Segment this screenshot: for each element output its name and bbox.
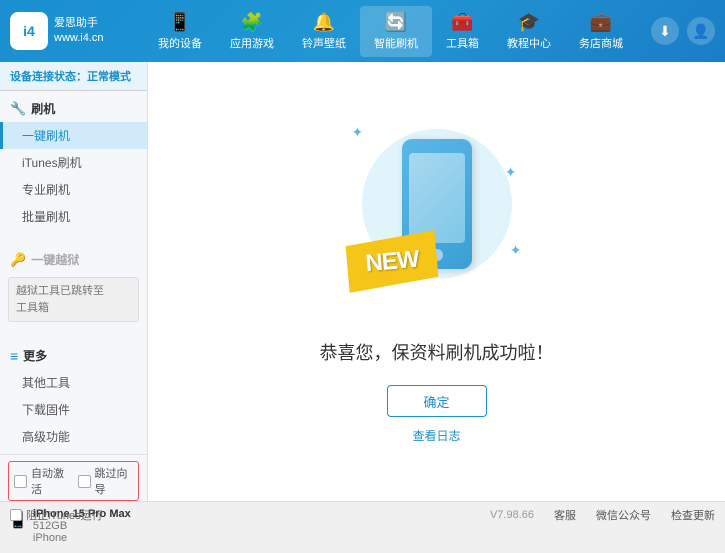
nav-ringtone-icon: 🔔 <box>313 12 335 33</box>
stop-itunes-label: 阻止iTunes运行 <box>26 507 103 523</box>
nav-service[interactable]: 💼 务店商城 <box>565 6 637 57</box>
nav-app-icon: 🧩 <box>241 12 263 33</box>
phone-screen-inner <box>409 153 465 243</box>
footer-link-wechat[interactable]: 微信公众号 <box>596 507 651 523</box>
nav-my-device[interactable]: 📱 我的设备 <box>144 6 216 57</box>
sidebar-status: 设备连接状态：正常模式 <box>0 62 147 91</box>
auto-activate-checkbox[interactable] <box>14 475 27 488</box>
sidebar-item-download-firmware[interactable]: 下载固件 <box>0 396 147 423</box>
version-label: V7.98.66 <box>490 509 534 521</box>
logo-icon: i4 <box>10 12 48 50</box>
download-button[interactable]: ⬇ <box>651 17 679 45</box>
guide-checkbox[interactable] <box>78 475 91 488</box>
sidebar-item-one-key-flash[interactable]: 一键刷机 <box>0 122 147 149</box>
phone-screen <box>409 153 465 243</box>
nav-app-games[interactable]: 🧩 应用游戏 <box>216 6 288 57</box>
footer-left: 阻止iTunes运行 <box>10 507 103 523</box>
header: i4 爱思助手 www.i4.cn 📱 我的设备 🧩 应用游戏 🔔 铃声壁纸 🔄… <box>0 0 725 62</box>
sidebar-item-batch-flash[interactable]: 批量刷机 <box>0 203 147 230</box>
main-content: ✦ ✦ ✦ NEW 恭喜您，保资料刷机成功啦！ 确定 查看日志 <box>148 62 725 501</box>
sidebar-more-section: ≡ 更多 其他工具 下载固件 高级功能 <box>0 338 147 454</box>
user-button[interactable]: 👤 <box>687 17 715 45</box>
confirm-button[interactable]: 确定 <box>387 385 487 417</box>
sparkle-3: ✦ <box>510 242 522 259</box>
nav-toolbox[interactable]: 🧰 工具箱 <box>432 6 493 57</box>
auto-activate-label: 自动激活 <box>31 465 70 497</box>
nav-smart-flash[interactable]: 🔄 智能刷机 <box>360 6 432 57</box>
sidebar-flash-section: 🔧 刷机 一键刷机 iTunes刷机 专业刷机 批量刷机 <box>0 91 147 234</box>
header-right: ⬇ 👤 <box>651 17 715 45</box>
sidebar-item-advanced[interactable]: 高级功能 <box>0 423 147 450</box>
more-section-icon: ≡ <box>10 348 18 364</box>
guide-label: 跳过向导 <box>95 465 134 497</box>
nav-ringtone[interactable]: 🔔 铃声壁纸 <box>288 6 360 57</box>
nav-flash-icon: 🔄 <box>385 12 407 33</box>
auto-activate-row: 自动激活 跳过向导 <box>8 461 139 501</box>
sidebar-flash-header: 🔧 刷机 <box>0 95 147 122</box>
nav-toolbox-icon: 🧰 <box>451 12 473 33</box>
sidebar-more-header: ≡ 更多 <box>0 342 147 369</box>
sidebar-jailbreak-section: 🔑 一键越狱 越狱工具已跳转至工具箱 <box>0 242 147 330</box>
new-banner: NEW <box>344 230 438 293</box>
sidebar-jailbreak-note: 越狱工具已跳转至工具箱 <box>8 277 139 322</box>
footer-right: V7.98.66 客服 微信公众号 检查更新 <box>490 507 715 523</box>
footer-link-support[interactable]: 客服 <box>554 507 576 523</box>
flash-section-icon: 🔧 <box>10 101 26 117</box>
nav-device-icon: 📱 <box>169 12 191 33</box>
main-layout: 设备连接状态：正常模式 🔧 刷机 一键刷机 iTunes刷机 专业刷机 批量刷机 <box>0 62 725 501</box>
sidebar-item-pro-flash[interactable]: 专业刷机 <box>0 176 147 203</box>
sidebar: 设备连接状态：正常模式 🔧 刷机 一键刷机 iTunes刷机 专业刷机 批量刷机 <box>0 62 148 501</box>
nav-tutorial-icon: 🎓 <box>518 12 540 33</box>
sparkle-2: ✦ <box>505 164 517 181</box>
sparkle-1: ✦ <box>352 124 364 141</box>
footer-link-update[interactable]: 检查更新 <box>671 507 715 523</box>
device-type: iPhone <box>33 532 131 544</box>
jailbreak-section-icon: 🔑 <box>10 252 26 268</box>
success-title: 恭喜您，保资料刷机成功啦！ <box>320 339 554 365</box>
logo-area: i4 爱思助手 www.i4.cn <box>10 12 130 50</box>
nav-tutorial[interactable]: 🎓 教程中心 <box>493 6 565 57</box>
nav-bar: 📱 我的设备 🧩 应用游戏 🔔 铃声壁纸 🔄 智能刷机 🧰 工具箱 🎓 教程中心… <box>130 6 651 57</box>
success-illustration: ✦ ✦ ✦ NEW <box>337 119 537 319</box>
sidebar-bottom: 自动激活 跳过向导 📱 iPhone 15 Pro Max 512GB iPho… <box>0 454 147 553</box>
stop-itunes-checkbox[interactable] <box>10 509 22 521</box>
nav-service-icon: 💼 <box>590 12 612 33</box>
sidebar-item-itunes-flash[interactable]: iTunes刷机 <box>0 149 147 176</box>
sidebar-item-other-tools[interactable]: 其他工具 <box>0 369 147 396</box>
sidebar-jailbreak-header: 🔑 一键越狱 <box>0 246 147 273</box>
view-log-link[interactable]: 查看日志 <box>412 427 460 444</box>
logo-text: 爱思助手 www.i4.cn <box>54 16 104 47</box>
new-label: NEW <box>364 245 419 278</box>
